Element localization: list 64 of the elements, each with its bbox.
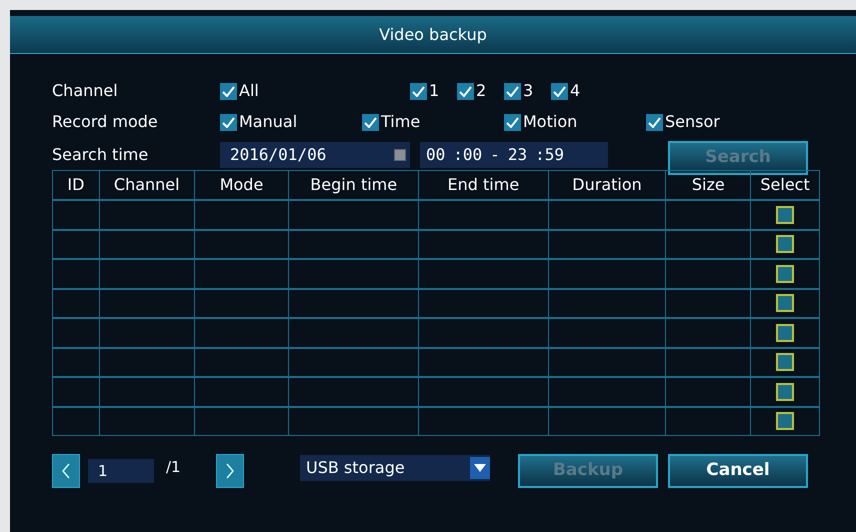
chevron-left-icon <box>61 463 71 479</box>
checkbox-label: Time <box>381 111 420 133</box>
checkbox[interactable] <box>551 82 568 100</box>
checkmark-icon <box>506 86 519 96</box>
next-page-button[interactable] <box>216 454 244 488</box>
column-header: Select <box>759 174 811 196</box>
checkbox-label: 4 <box>570 80 580 102</box>
checkbox-label: 3 <box>523 80 534 102</box>
checkmark-icon <box>222 86 235 96</box>
cancel-button[interactable]: Cancel <box>668 454 808 488</box>
checkmark-icon <box>364 116 377 128</box>
time-value: 23 <box>508 144 528 166</box>
date-field[interactable]: 2016/01/06 <box>220 142 410 168</box>
column-header: Begin time <box>289 171 420 199</box>
time-range-field[interactable]: 00 :00 - 23 :59 <box>420 142 608 168</box>
column-header: Duration <box>548 171 666 199</box>
checkbox-label: Manual <box>239 111 298 133</box>
checkbox-label: Sensor <box>665 111 720 133</box>
time-value: :00 <box>453 144 482 166</box>
checkmark-icon <box>506 116 519 128</box>
checkmark-icon <box>459 86 472 96</box>
previous-page-button[interactable] <box>52 454 80 488</box>
checkmark-icon <box>648 116 661 128</box>
chevron-right-icon <box>225 463 235 479</box>
select-checkbox[interactable] <box>776 235 794 254</box>
checkbox[interactable] <box>504 114 521 130</box>
page-number-field[interactable]: 1 <box>88 459 154 483</box>
column-header: ID <box>53 171 100 199</box>
checkmark-icon <box>553 86 566 96</box>
checkbox-label: Motion <box>523 111 578 133</box>
record-mode-label: Record mode <box>52 111 159 133</box>
time-separator: - <box>490 144 500 166</box>
checkbox-label: All <box>239 80 259 102</box>
checkbox[interactable] <box>220 114 237 130</box>
column-header: Size <box>666 171 752 199</box>
select-checkbox[interactable] <box>776 412 794 430</box>
column-header: Mode <box>194 171 290 199</box>
column-header: Channel <box>100 171 195 199</box>
window-title: Video backup <box>379 24 487 46</box>
select-checkbox[interactable] <box>776 324 794 342</box>
checkbox[interactable] <box>410 82 427 100</box>
storage-value: USB storage <box>306 457 405 479</box>
time-value: :59 <box>535 144 564 166</box>
checkmark-icon <box>222 116 235 128</box>
checkbox[interactable] <box>220 82 237 100</box>
date-value: 2016/01/06 <box>230 144 326 166</box>
checkmark-icon <box>412 86 425 96</box>
select-checkbox[interactable] <box>776 294 794 312</box>
channel-label: Channel <box>52 80 119 102</box>
page-total: /1 <box>166 456 182 478</box>
storage-dropdown[interactable]: USB storage <box>300 455 490 481</box>
checkbox[interactable] <box>362 114 379 130</box>
checkbox-label: 2 <box>476 80 486 102</box>
checkbox[interactable] <box>457 82 474 100</box>
checkbox-label: 1 <box>429 80 440 102</box>
search-time-label: Search time <box>52 144 150 166</box>
column-header: End time <box>419 171 549 199</box>
checkbox[interactable] <box>646 114 663 130</box>
select-checkbox[interactable] <box>776 206 794 224</box>
select-checkbox[interactable] <box>776 353 794 372</box>
time-value: 00 <box>426 144 446 166</box>
select-checkbox[interactable] <box>776 382 794 401</box>
checkbox[interactable] <box>504 82 521 100</box>
select-checkbox[interactable] <box>776 264 794 283</box>
